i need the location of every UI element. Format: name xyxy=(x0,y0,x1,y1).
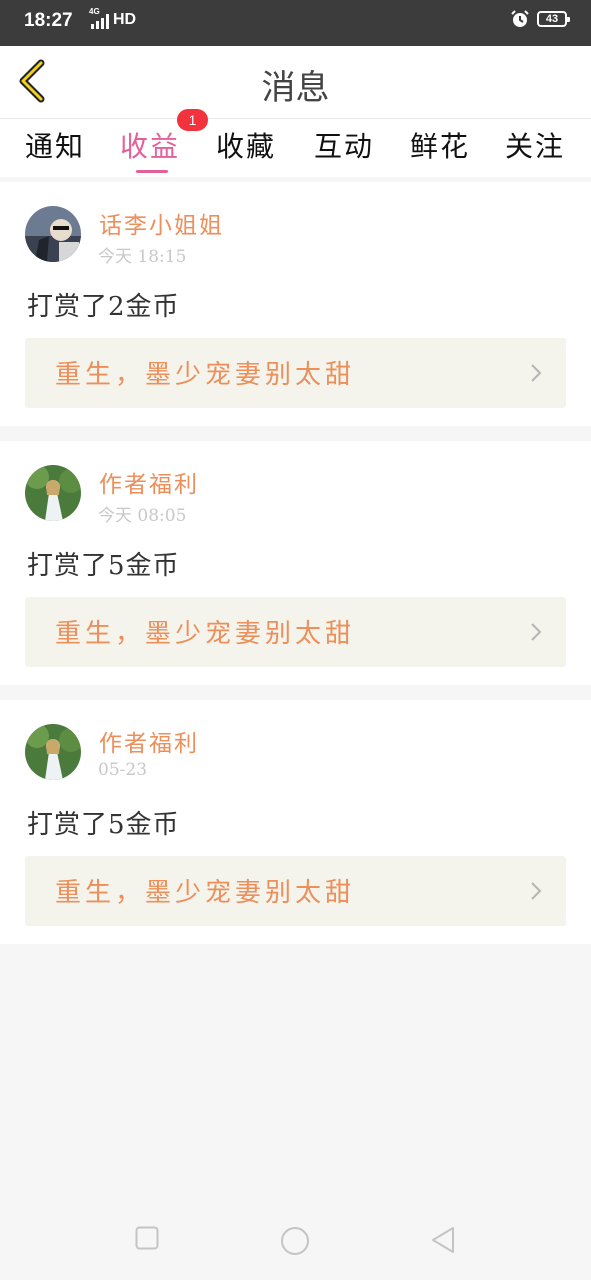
circle-icon[interactable] xyxy=(280,1226,310,1256)
tab-following[interactable]: 关注 xyxy=(505,125,565,165)
message-card: 作者福利 今天 08:05 打赏了5金币 重生，墨少宠妻别太甜 xyxy=(0,441,591,685)
status-time: 18:27 xyxy=(24,10,73,31)
tab-notifications[interactable]: 通知 xyxy=(25,125,85,165)
message-text: 打赏了5金币 xyxy=(27,810,180,840)
chevron-right-icon xyxy=(531,623,542,641)
book-title: 重生，墨少宠妻别太甜 xyxy=(55,619,356,649)
tab-earnings[interactable]: 收益 xyxy=(120,125,180,165)
message-text: 打赏了2金币 xyxy=(27,292,180,322)
active-tab-indicator xyxy=(136,170,168,173)
network-hd: HD xyxy=(113,11,137,28)
tab-interactions[interactable]: 互动 xyxy=(314,125,374,165)
system-nav-bar xyxy=(0,1200,591,1280)
chevron-right-icon xyxy=(531,882,542,900)
avatar[interactable] xyxy=(25,724,81,780)
tab-flowers[interactable]: 鲜花 xyxy=(410,125,470,165)
page-title: 消息 xyxy=(261,68,330,108)
battery-icon: 43 xyxy=(537,11,570,27)
app-header: 消息 xyxy=(0,46,591,119)
network-indicator: 4G HD xyxy=(89,7,137,29)
tab-bar: 通知 收益 收藏 互动 鲜花 关注 xyxy=(0,119,591,177)
unread-badge: 1 xyxy=(177,109,208,131)
message-card: 话李小姐姐 今天 18:15 打赏了2金币 重生，墨少宠妻别太甜 xyxy=(0,182,591,426)
battery-level: 43 xyxy=(545,13,559,25)
sender-name: 作者福利 xyxy=(99,472,199,498)
message-text: 打赏了5金币 xyxy=(27,551,180,581)
avatar[interactable] xyxy=(25,465,81,521)
message-time: 今天 18:15 xyxy=(98,247,187,267)
message-card: 作者福利 05-23 打赏了5金币 重生，墨少宠妻别太甜 xyxy=(0,700,591,944)
alarm-icon xyxy=(511,10,529,27)
avatar[interactable] xyxy=(25,206,81,262)
book-title: 重生，墨少宠妻别太甜 xyxy=(55,360,356,390)
message-time: 今天 08:05 xyxy=(98,506,187,526)
tab-favorites[interactable]: 收藏 xyxy=(216,125,276,165)
book-link[interactable]: 重生，墨少宠妻别太甜 xyxy=(25,338,566,408)
chevron-right-icon xyxy=(531,364,542,382)
triangle-back-icon[interactable] xyxy=(430,1226,456,1254)
sender-name: 话李小姐姐 xyxy=(99,213,224,239)
book-link[interactable]: 重生，墨少宠妻别太甜 xyxy=(25,856,566,926)
status-bar: 18:27 4G HD 43 xyxy=(0,0,591,46)
book-link[interactable]: 重生，墨少宠妻别太甜 xyxy=(25,597,566,667)
network-4g: 4G xyxy=(89,7,100,16)
book-title: 重生，墨少宠妻别太甜 xyxy=(55,878,356,908)
sender-name: 作者福利 xyxy=(99,731,199,757)
message-time: 05-23 xyxy=(98,760,148,780)
square-icon[interactable] xyxy=(135,1226,159,1250)
